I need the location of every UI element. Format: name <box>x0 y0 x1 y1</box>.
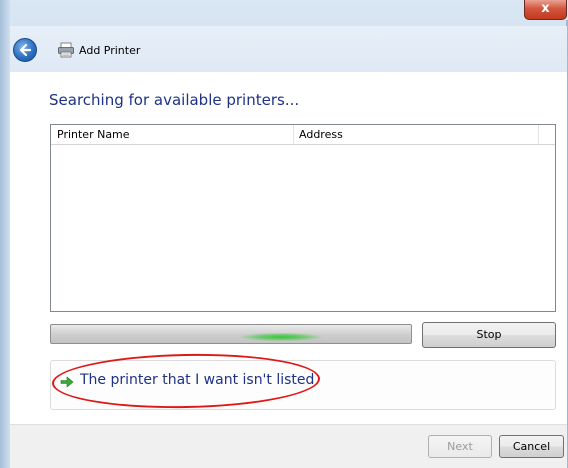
column-divider[interactable] <box>538 125 539 144</box>
column-divider[interactable] <box>293 125 294 144</box>
window-title: Add Printer <box>79 44 141 57</box>
next-button[interactable]: Next <box>428 435 492 458</box>
column-header-address[interactable]: Address <box>299 125 343 144</box>
printer-icon <box>58 42 74 58</box>
cancel-button[interactable]: Cancel <box>499 435 564 458</box>
close-button[interactable]: x <box>524 0 567 20</box>
add-printer-window: x Add Printer Searching for available pr… <box>0 0 568 468</box>
progress-indicator <box>241 333 321 341</box>
column-header-printer-name[interactable]: Printer Name <box>57 125 130 144</box>
back-button[interactable] <box>13 38 37 62</box>
search-progress-bar <box>50 324 412 344</box>
back-arrow-icon <box>19 43 32 57</box>
list-header: Printer Name Address <box>51 125 555 145</box>
page-heading: Searching for available printers... <box>49 91 300 109</box>
window-left-edge <box>0 0 10 468</box>
stop-button[interactable]: Stop <box>422 322 556 348</box>
printer-list[interactable]: Printer Name Address <box>50 124 556 312</box>
